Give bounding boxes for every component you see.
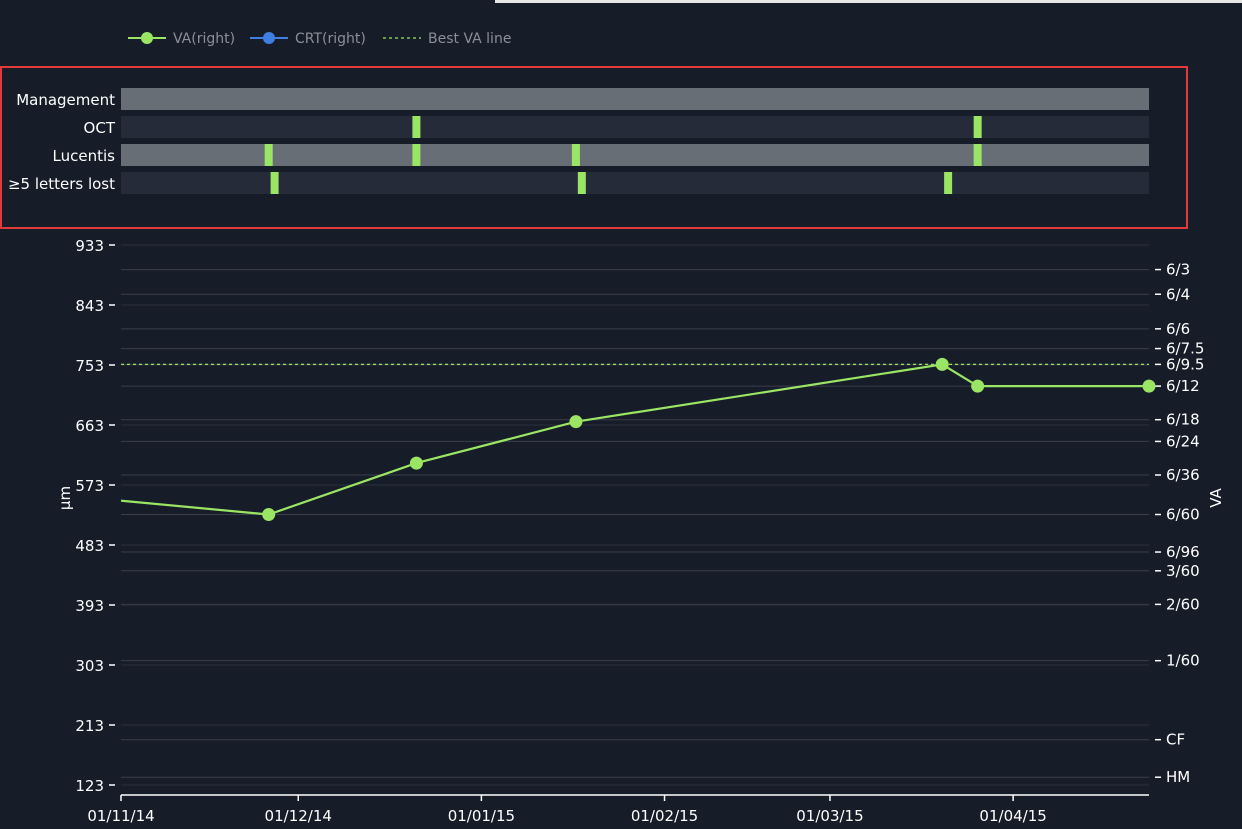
y2-tick-label: HM [1166,768,1190,786]
timeline-row-label: ≥5 letters lost [8,175,115,193]
timeline-event-marker[interactable] [270,172,279,194]
y-axis-label: µm [56,486,74,510]
y-tick-label: 663 [75,417,104,435]
y2-tick-label: CF [1166,731,1185,749]
y2-tick-label: 3/60 [1166,562,1200,580]
y2-tick-label: 6/12 [1166,377,1200,395]
x-tick-label: 01/04/15 [979,807,1046,825]
va-data-point[interactable] [409,456,423,470]
x-tick-label: 01/12/14 [265,807,332,825]
y-tick-label: 393 [75,597,104,615]
y2-axis-label: VA [1207,487,1225,507]
timeline-event-marker[interactable] [412,144,421,166]
y-tick-label: 933 [75,237,104,255]
y2-tick-label: 2/60 [1166,595,1200,613]
legend-swatch-marker [141,32,153,44]
timeline-event-marker[interactable] [973,144,982,166]
y2-tick-label: 6/9.5 [1166,355,1204,373]
va-series-line [120,363,1149,516]
y2-tick-label: 6/18 [1166,411,1200,429]
y-tick-label: 753 [75,357,104,375]
timeline-row: ≥5 letters lost [8,172,1149,194]
y2-tick-label: 6/4 [1166,285,1190,303]
y2-tick-label: 6/6 [1166,320,1190,338]
timeline-track [121,88,1149,110]
y-tick-label: 843 [75,297,104,315]
legend-item[interactable]: VA(right) [128,31,235,47]
va-data-point[interactable] [1142,379,1156,393]
x-tick-label: 01/01/15 [448,807,515,825]
y2-tick-label: 6/36 [1166,466,1200,484]
timeline-event-marker[interactable] [973,116,982,138]
legend-label: Best VA line [428,31,511,47]
x-tick-label: 01/11/14 [87,807,154,825]
timeline-row: Lucentis [53,144,1149,166]
x-tick-label: 01/03/15 [796,807,863,825]
timeline-event-marker[interactable] [577,172,586,194]
legend-swatch-marker [263,32,275,44]
y-tick-label: 483 [75,537,104,555]
timeline-track [121,144,1149,166]
x-tick-label: 01/02/15 [631,807,698,825]
y2-tick-label: 6/96 [1166,543,1200,561]
timeline-row-label: OCT [84,119,116,137]
timeline-event-marker[interactable] [412,116,421,138]
plot-area: 123 213 303 393 483 573 663 753 843 933 µm 6/3 6/4 6/… [56,237,1225,825]
timeline-row-label: Lucentis [53,147,116,165]
legend-label: CRT(right) [295,31,366,47]
y-tick-label: 573 [75,477,104,495]
y2-tick-label: 1/60 [1166,652,1200,670]
va-data-point[interactable] [935,357,949,371]
legend[interactable]: VA(right) CRT(right) Best VA line [128,31,511,47]
timeline-track [121,116,1149,138]
legend-label: VA(right) [173,31,235,47]
timeline-row-label: Management [16,91,115,109]
y-tick-label: 213 [75,717,104,735]
timeline-row: Management [16,88,1149,110]
chart-svg: VA(right) CRT(right) Best VA line Manageme… [0,31,1225,825]
y2-tick-label: 6/3 [1166,261,1190,279]
legend-item[interactable]: CRT(right) [250,31,366,47]
timeline-row: OCT [84,116,1149,138]
y2-tick-label: 6/60 [1166,506,1200,524]
legend-item[interactable]: Best VA line [383,31,511,47]
timeline-event-marker[interactable] [571,144,580,166]
y-tick-label: 123 [75,777,104,795]
timeline-event-marker[interactable] [264,144,273,166]
va-data-point[interactable] [569,415,583,429]
timeline-event-marker[interactable] [944,172,953,194]
va-data-point[interactable] [262,508,276,522]
y-tick-label: 303 [75,657,104,675]
va-data-point[interactable] [971,379,985,393]
y2-tick-label: 6/24 [1166,432,1200,450]
timeline-panel: Management OCT Lucentis ≥5 letters lost [0,66,1188,229]
